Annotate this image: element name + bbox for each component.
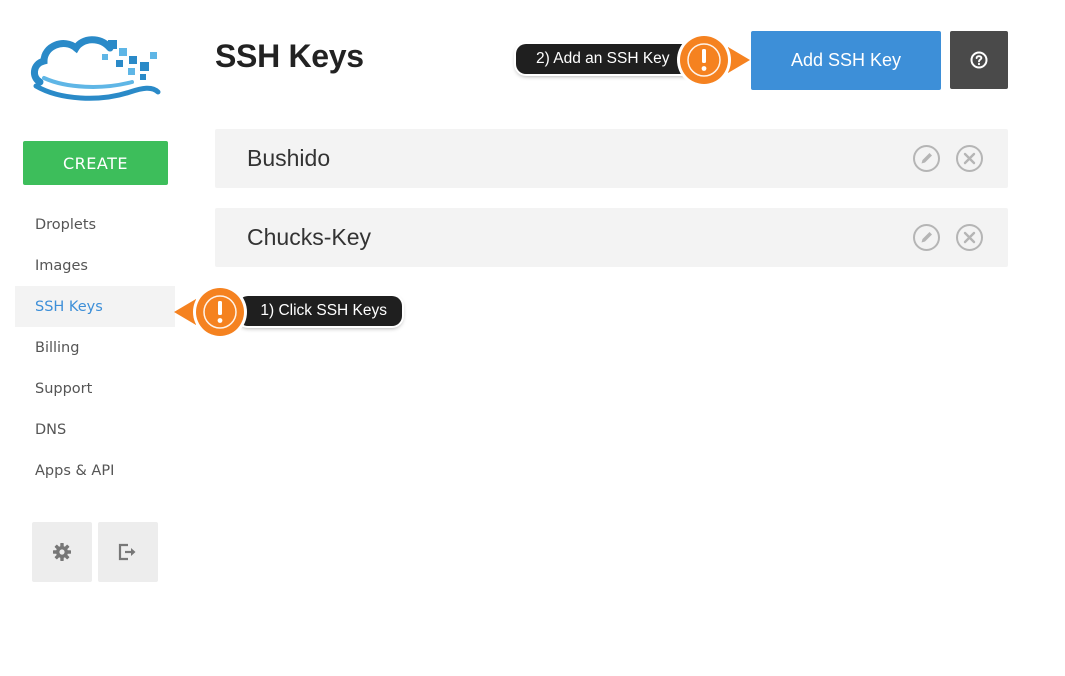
question-circle-icon xyxy=(970,51,988,69)
callout-text: 1) Click SSH Keys xyxy=(260,302,387,319)
exclamation-icon xyxy=(174,285,247,339)
delete-icon[interactable] xyxy=(955,223,984,252)
pencil-icon[interactable] xyxy=(912,144,941,173)
sidebar-item-apps-api[interactable]: Apps & API xyxy=(15,450,175,491)
ssh-key-name: Bushido xyxy=(247,145,331,171)
logo xyxy=(31,36,161,101)
sidebar-item-images[interactable]: Images xyxy=(15,245,175,286)
exclamation-icon xyxy=(677,33,750,87)
sidebar-nav: Droplets Images SSH Keys Billing Support… xyxy=(15,204,175,491)
row-actions xyxy=(912,223,984,252)
sidebar-item-dns[interactable]: DNS xyxy=(15,409,175,450)
sidebar-item-support[interactable]: Support xyxy=(15,368,175,409)
sidebar-item-billing[interactable]: Billing xyxy=(15,327,175,368)
ssh-key-row: Bushido xyxy=(215,129,1008,188)
sidebar-item-ssh-keys[interactable]: SSH Keys xyxy=(15,286,175,327)
pencil-icon[interactable] xyxy=(912,223,941,252)
ssh-key-name: Chucks-Key xyxy=(247,224,371,250)
gear-icon xyxy=(53,543,71,561)
delete-icon[interactable] xyxy=(955,144,984,173)
callout-add-ssh-key: 2) Add an SSH Key xyxy=(516,44,696,74)
page-title: SSH Keys xyxy=(215,38,364,74)
callout-text: 2) Add an SSH Key xyxy=(536,50,670,67)
row-actions xyxy=(912,144,984,173)
sidebar-item-droplets[interactable]: Droplets xyxy=(15,204,175,245)
callout-click-ssh-keys: 1) Click SSH Keys xyxy=(238,296,402,326)
logout-icon xyxy=(118,543,136,561)
settings-button[interactable] xyxy=(32,522,92,582)
create-button[interactable]: CREATE xyxy=(23,141,168,185)
ssh-key-row: Chucks-Key xyxy=(215,208,1008,267)
logout-button[interactable] xyxy=(98,522,158,582)
help-button[interactable] xyxy=(950,31,1008,89)
add-ssh-key-button[interactable]: Add SSH Key xyxy=(751,31,941,90)
